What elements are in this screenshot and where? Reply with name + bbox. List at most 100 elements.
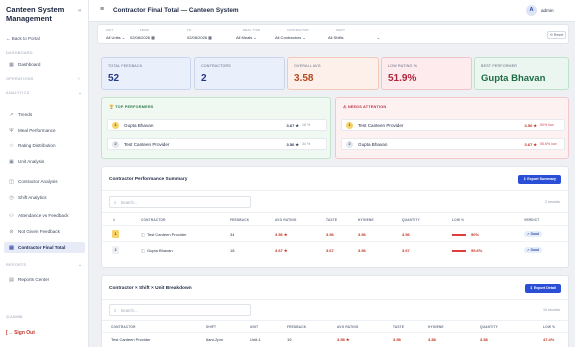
- card-title: Contractor Performance Summary: [109, 177, 188, 182]
- sidebar-item-label: Contractor Analysis: [18, 179, 58, 184]
- reset-button[interactable]: ⟲ Reset: [547, 31, 566, 39]
- unit-filter[interactable]: UNIT All Units ⌄: [106, 28, 125, 40]
- contractor-name: Gupta Bhavan: [124, 122, 154, 128]
- column-header[interactable]: CONTRACTOR: [141, 218, 166, 222]
- column-header[interactable]: UNIT: [250, 325, 258, 329]
- column-header[interactable]: QUANTITY: [402, 218, 420, 222]
- sidebar-item-attendance-vs-feedback[interactable]: ⚇ Attendance vs Feedback: [4, 210, 85, 221]
- calendar-icon: ▦: [208, 35, 212, 40]
- low-percent-bar: [452, 250, 466, 252]
- menu-icon[interactable]: ≡: [100, 6, 104, 13]
- sidebar-item-label: Unit Analysis: [18, 159, 45, 164]
- column-header[interactable]: FEEDBACK: [230, 218, 249, 222]
- rating: 3.67 ★: [286, 122, 299, 128]
- column-header[interactable]: LOW %: [543, 325, 555, 329]
- contractor-select[interactable]: All Contractors: [275, 35, 301, 40]
- breakdown-search-input[interactable]: ⌕ Search...: [109, 304, 251, 316]
- shift: 6am-2pm: [206, 337, 223, 342]
- column-header[interactable]: #: [113, 218, 115, 222]
- kpi-label: LOW RATING %: [388, 64, 418, 68]
- sidebar-item-contractor-final-total[interactable]: ▤ Contractor Final Total: [4, 242, 85, 253]
- top-bar: ≡ Contractor Final Total — Canteen Syste…: [89, 0, 575, 22]
- user-name[interactable]: admin: [541, 8, 554, 13]
- grid-icon: ▦: [9, 61, 14, 68]
- column-header[interactable]: VERDICT: [524, 218, 539, 222]
- rank-badge: 1: [112, 121, 119, 129]
- sidebar-item-label: Dashboard: [18, 62, 41, 67]
- kpi-label: OVERALL AVG: [294, 64, 321, 68]
- column-header[interactable]: FEEDBACK: [287, 325, 306, 329]
- unit-select[interactable]: All Units: [106, 35, 121, 40]
- collapse-icon[interactable]: «: [78, 8, 81, 14]
- list-item[interactable]: 1 Test Canteen Provider 3.56 ★ 50% low: [341, 119, 565, 131]
- column-header[interactable]: TASTE: [326, 218, 337, 222]
- sidebar-item-label: Shift Analytics: [18, 195, 47, 200]
- sidebar-item-trends[interactable]: ↗ Trends: [4, 109, 85, 120]
- meal-type-select[interactable]: All Meals: [236, 35, 252, 40]
- back-to-portal-link[interactable]: ← Back to Portal: [6, 36, 40, 41]
- column-header[interactable]: LOW %: [452, 218, 464, 222]
- needs-attention-panel: ⚠ NEEDS ATTENTION 1 Test Canteen Provide…: [335, 97, 569, 159]
- building-icon: ▣: [9, 158, 14, 165]
- column-header[interactable]: AVG RATING: [337, 325, 359, 329]
- avg-rating: 3.56 ★: [275, 232, 288, 237]
- shift-select[interactable]: All Shifts: [328, 35, 344, 40]
- sidebar-item-meal-performance[interactable]: Ψ Meal Performance: [4, 125, 85, 136]
- column-header[interactable]: QUANTITY: [480, 325, 498, 329]
- shift-filter[interactable]: SHIFT All Shifts ⌄: [328, 28, 380, 40]
- rank-badge: 2: [346, 140, 353, 148]
- feedback-count: 19: [287, 337, 292, 342]
- list-item[interactable]: 1 Gupta Bhavan 3.67 ★ 18 %: [107, 119, 327, 131]
- rating: 3.56 ★: [286, 141, 299, 147]
- sign-out-button[interactable]: [→ Sign Out: [6, 330, 35, 336]
- column-header[interactable]: HYGIENE: [428, 325, 444, 329]
- taste-rating: 3.58: [393, 337, 401, 342]
- meal-type-filter[interactable]: MEAL TYPE All Meals ⌄: [236, 28, 260, 40]
- rating: 3.56 ★: [524, 122, 537, 128]
- list-item[interactable]: 2 Test Canteen Provider 3.56 ★ 34 %: [107, 138, 327, 150]
- feedback-count: 34: [230, 232, 235, 237]
- column-header[interactable]: CONTRACTOR: [111, 325, 136, 329]
- sign-out-icon: [→: [6, 330, 13, 336]
- chevron-down-icon[interactable]: ⌄: [78, 262, 83, 268]
- contractor-name: ◫ Gupta Bhavan: [141, 248, 173, 253]
- sidebar-item-shift-analytics[interactable]: ◷ Shift Analytics: [4, 192, 85, 203]
- section-admin: ◎ ADMIN: [6, 315, 23, 319]
- sidebar-item-not-given-feedback[interactable]: ⊘ Not Given Feedback: [4, 226, 85, 237]
- taste-rating: 3.67: [326, 248, 334, 253]
- sidebar-item-dashboard[interactable]: ▦ Dashboard: [4, 59, 85, 70]
- contractor-filter[interactable]: CONTRACTOR All Contractors ⌄: [275, 28, 309, 40]
- sidebar-item-label: Reports Center: [18, 277, 50, 282]
- kpi-label: BEST PERFORMER: [481, 64, 518, 68]
- card-title: Contractor × Shift × Unit Breakdown: [109, 286, 192, 291]
- sidebar-item-reports-center[interactable]: ▤ Reports Center: [4, 274, 85, 285]
- panel-title: 🏆 TOP PERFORMERS: [109, 105, 154, 109]
- percent: 18 %: [302, 123, 311, 127]
- rank-badge: 2: [112, 246, 119, 254]
- to-date-input[interactable]: 02/08/2026: [187, 35, 207, 40]
- export-detail-button[interactable]: ⇩ Export Detail: [524, 284, 561, 293]
- summary-search-input[interactable]: ⌕ Search...: [109, 196, 251, 208]
- chevron-down-icon: ⌄: [376, 35, 381, 40]
- sidebar-item-label: Not Given Feedback: [18, 229, 60, 234]
- sidebar-item-unit-analysis[interactable]: ▣ Unit Analysis: [4, 156, 85, 167]
- contractor-name: ◫ Test Canteen Provider: [141, 232, 187, 237]
- avatar[interactable]: A: [526, 5, 537, 16]
- to-date-filter[interactable]: TO 02/08/2026 ▦: [187, 28, 212, 40]
- briefcase-icon: ◫: [9, 178, 14, 185]
- from-date-input[interactable]: 02/08/2026: [130, 35, 150, 40]
- column-header[interactable]: TASTE: [393, 325, 404, 329]
- chevron-down-icon[interactable]: ⌄: [78, 90, 83, 96]
- kpi-label: TOTAL FEEDBACK: [108, 64, 143, 68]
- contractor-name: Test Canteen Provider: [124, 141, 170, 147]
- sidebar-item-contractor-analysis[interactable]: ◫ Contractor Analysis: [4, 176, 85, 187]
- kpi-value: Gupta Bhavan: [481, 73, 546, 84]
- column-header[interactable]: AVG RATING: [275, 218, 297, 222]
- from-date-filter[interactable]: FROM 02/08/2026 ▦: [130, 28, 155, 40]
- export-summary-button[interactable]: ⇩ Export Summary: [518, 175, 561, 184]
- sidebar-item-rating-distribution[interactable]: ☆ Rating Distribution: [4, 140, 85, 151]
- column-header[interactable]: SHIFT: [206, 325, 216, 329]
- column-header[interactable]: HYGIENE: [358, 218, 374, 222]
- list-item[interactable]: 2 Gupta Bhavan 3.67 ★ 55.6% low: [341, 138, 565, 150]
- chevron-right-icon[interactable]: ›: [78, 76, 80, 82]
